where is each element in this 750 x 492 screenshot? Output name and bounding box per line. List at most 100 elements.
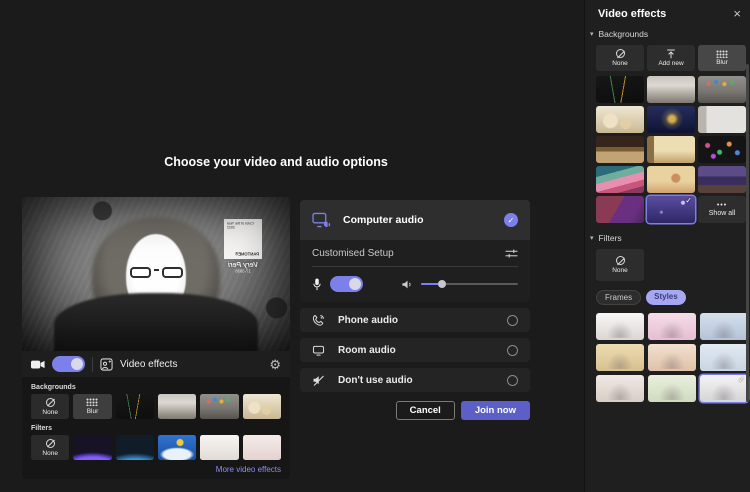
chevron-down-icon: ▾ (590, 234, 594, 242)
close-icon[interactable]: × (733, 7, 741, 20)
room-audio-option[interactable]: Room audio (300, 338, 530, 362)
thumbnail-faded-warm[interactable] (596, 375, 644, 402)
thumbnail-bright-kitchen[interactable] (158, 394, 196, 419)
thumbnail-washed-white[interactable] (200, 435, 238, 460)
thumbnail-white-shelf-room[interactable] (698, 106, 746, 133)
camera-toggle[interactable] (52, 356, 85, 372)
show-all-label: Show all (709, 210, 735, 217)
pantone-poster: Color of the Year 2022 PANTONE® Very Per… (222, 219, 264, 275)
thumbnail-bright-kitchen[interactable] (647, 76, 695, 103)
thumbnail-cosmic-gold[interactable] (647, 106, 695, 133)
pantone-color-code: 17-3938 (228, 270, 257, 274)
background-buttons-row: None Add new Blur (596, 45, 750, 71)
cell-label: None (42, 409, 58, 416)
chevron-down-icon: ▾ (590, 30, 594, 38)
thumbnail-grayscale[interactable]: ✓ (700, 375, 748, 402)
thumbnail-purple-lounge[interactable] (698, 166, 746, 193)
pantone-top-text: Color of the Year 2022 (227, 222, 259, 230)
join-now-button[interactable]: Join now (461, 401, 530, 420)
thumbnail-rosy[interactable] (648, 313, 696, 340)
background-add-new-button[interactable]: Add new (647, 45, 695, 71)
cell-label: None (42, 450, 58, 457)
filters-label: Filters (31, 425, 281, 432)
none-cell[interactable]: None (31, 394, 69, 419)
no-audio-icon (312, 374, 325, 387)
none-icon (46, 439, 55, 448)
volume-slider[interactable] (421, 280, 518, 288)
backgrounds-section-header[interactable]: ▾ Backgrounds (585, 29, 750, 39)
tab-frames[interactable]: Frames (596, 290, 641, 305)
thumbnail-confetti-dark[interactable] (698, 136, 746, 163)
thumbnail-cool-blue[interactable] (700, 313, 748, 340)
dont-use-audio-radio[interactable] (507, 375, 518, 386)
divider (92, 357, 93, 372)
computer-audio-card: Computer audio ✓ Customised Setup (300, 200, 530, 302)
thumbnail-duck-pond[interactable] (158, 435, 196, 460)
mic-toggle[interactable] (330, 276, 363, 292)
audio-settings-section: Customised Setup (300, 240, 530, 302)
computer-audio-label: Computer audio (343, 214, 492, 226)
settings-gear-icon[interactable]: ⚙ (269, 358, 281, 371)
filters-section-header[interactable]: ▾ Filters (585, 233, 750, 243)
thumbnail-clay-room[interactable] (596, 106, 644, 133)
filter-tabs: Frames Styles (596, 290, 750, 305)
computer-audio-option[interactable]: Computer audio ✓ (300, 200, 530, 240)
room-audio-icon (312, 345, 325, 356)
audio-settings-icon (505, 248, 518, 259)
thumbnail-dark-line-map[interactable] (596, 76, 644, 103)
tab-styles[interactable]: Styles (646, 290, 686, 305)
show-all-button[interactable]: •••Show all (698, 196, 746, 223)
none-icon (46, 398, 55, 407)
filters-section-label: Filters (599, 233, 622, 243)
thumbnail-purple-wave[interactable] (73, 435, 111, 460)
dont-use-audio-label: Don't use audio (338, 375, 494, 386)
background-none-button[interactable]: None (596, 45, 644, 71)
cancel-button[interactable]: Cancel (396, 401, 455, 420)
phone-audio-icon (312, 314, 325, 327)
thumbnail-washed-pink[interactable] (243, 435, 281, 460)
pre-join-screen: { "accent": { "primary": "#7b80eb", "joi… (0, 0, 750, 492)
customised-setup-row[interactable]: Customised Setup (312, 248, 518, 267)
styles-grid: ✓ (596, 313, 750, 402)
dont-use-audio-option[interactable]: Don't use audio (300, 368, 530, 392)
none-cell[interactable]: None (31, 435, 69, 460)
blur-icon (86, 398, 98, 406)
thumbnail-sepia[interactable] (596, 344, 644, 371)
volume-slider-thumb[interactable] (438, 280, 446, 288)
video-effects-label[interactable]: Video effects (120, 359, 177, 370)
thumbnail-papercut-hills[interactable] (596, 166, 644, 193)
phone-audio-radio[interactable] (507, 315, 518, 326)
thumbnail-sunny-cafe[interactable] (647, 136, 695, 163)
thumbnail-purple-galaxy[interactable]: ✓ (647, 196, 695, 223)
thumbnail-dark-line-map[interactable] (116, 394, 154, 419)
audio-options-column: Computer audio ✓ Customised Setup (300, 200, 530, 420)
thumbnail-blue-wave[interactable] (116, 435, 154, 460)
thumbnail-gallery-wall[interactable] (200, 394, 238, 419)
thumbnail-sage[interactable] (648, 375, 696, 402)
mic-volume-row (312, 276, 518, 292)
filters-thumb-row: None (31, 435, 281, 460)
pantone-color-name: Very Peri (222, 262, 264, 269)
phone-audio-label: Phone audio (338, 315, 494, 326)
thumbnail-icy-blue[interactable] (700, 344, 748, 371)
pantone-brand-text: PANTONE® (236, 252, 259, 256)
more-video-effects-link[interactable]: More video effects (31, 465, 281, 474)
scrollbar[interactable] (746, 64, 749, 402)
thumbnail-magenta-study[interactable] (596, 196, 644, 223)
main-area: Choose your video and audio options Colo… (0, 0, 584, 492)
thumbnail-clay-room[interactable] (243, 394, 281, 419)
thumbnail-bw-bright[interactable] (596, 313, 644, 340)
video-effects-icon (100, 358, 113, 371)
phone-audio-option[interactable]: Phone audio (300, 308, 530, 332)
backgrounds-label: Backgrounds (31, 384, 281, 391)
thumbnail-gallery-wall[interactable] (698, 76, 746, 103)
blur-cell[interactable]: Blur (73, 394, 111, 419)
filter-none-button[interactable]: None (596, 249, 644, 281)
thumbnail-wood-lodge[interactable] (596, 136, 644, 163)
room-audio-radio[interactable] (507, 345, 518, 356)
panel-title: Video effects (598, 8, 733, 20)
thumbnail-peach[interactable] (648, 344, 696, 371)
thumbnail-sand-sculpture[interactable] (647, 166, 695, 193)
blur-icon (716, 50, 728, 58)
background-blur-button[interactable]: Blur (698, 45, 746, 71)
